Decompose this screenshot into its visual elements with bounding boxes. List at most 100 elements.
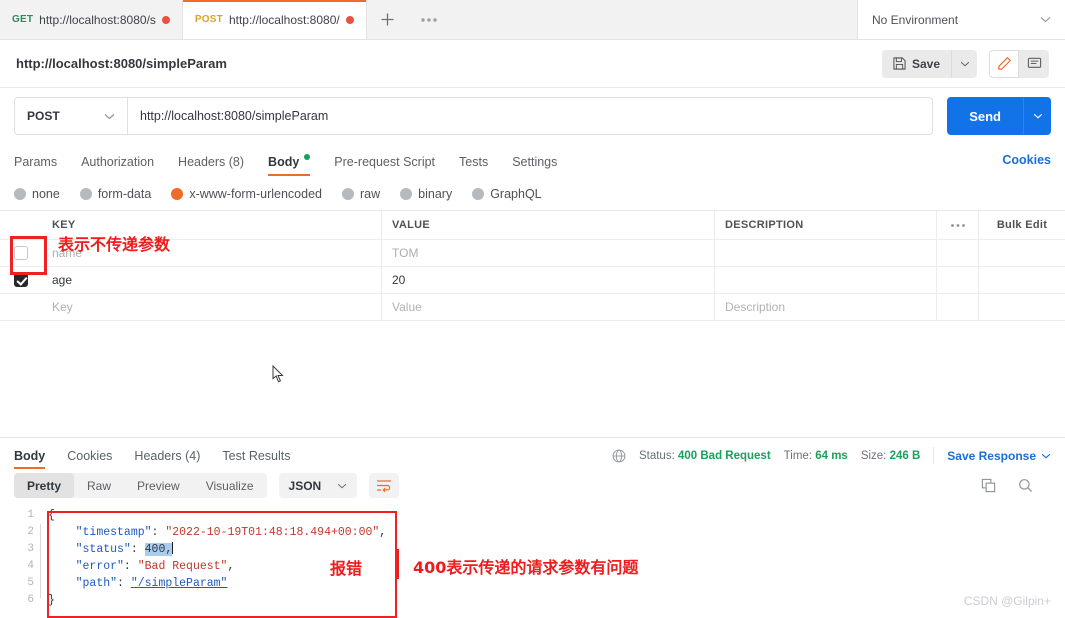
code-val-path[interactable]: "/simpleParam" xyxy=(131,577,228,590)
response-tab-headers[interactable]: Headers (4) xyxy=(134,449,200,469)
time-label: Time: xyxy=(784,450,812,462)
new-row-key-input[interactable]: Key xyxy=(42,294,382,320)
postman-window: GET http://localhost:8080/s POST http://… xyxy=(0,0,1065,618)
line-number: 2 xyxy=(0,524,34,541)
floppy-icon xyxy=(893,57,906,70)
body-type-radio-group: none form-data x-www-form-urlencoded raw… xyxy=(0,178,1065,210)
new-row-value-input[interactable]: Value xyxy=(382,294,715,320)
save-button-group: Save xyxy=(882,50,977,78)
view-toggle-group xyxy=(989,50,1049,78)
bulk-edit-button[interactable]: Bulk Edit xyxy=(979,211,1065,239)
name-bar-actions: Save xyxy=(882,50,1049,78)
row-description-input[interactable] xyxy=(715,240,937,266)
code-key-error: "error" xyxy=(76,560,124,573)
tab-body[interactable]: Body xyxy=(268,146,310,176)
send-button[interactable]: Send xyxy=(947,97,1023,135)
header-checkbox-cell xyxy=(0,211,42,239)
request-section-tabs: Params Authorization Headers (8) Body Pr… xyxy=(0,144,1065,176)
tab-params[interactable]: Params xyxy=(14,146,57,176)
format-tab-visualize[interactable]: Visualize xyxy=(193,473,267,498)
unsaved-dot-icon xyxy=(346,16,354,24)
edit-pencil-icon[interactable] xyxy=(989,50,1019,78)
send-options-button[interactable] xyxy=(1023,97,1051,135)
response-tab-test-results[interactable]: Test Results xyxy=(222,449,290,469)
radio-label: form-data xyxy=(98,187,152,201)
http-method-selector[interactable]: POST xyxy=(14,97,127,135)
tab-tests[interactable]: Tests xyxy=(459,146,488,176)
radio-icon xyxy=(80,188,92,200)
tab-pre-request-script[interactable]: Pre-request Script xyxy=(334,146,435,176)
line-number: 5 xyxy=(0,575,34,592)
language-label: JSON xyxy=(289,479,322,493)
word-wrap-icon[interactable] xyxy=(369,473,399,498)
chevron-down-icon xyxy=(104,113,115,120)
body-type-binary[interactable]: binary xyxy=(400,187,452,201)
cookies-link[interactable]: Cookies xyxy=(1002,153,1051,167)
format-tab-pretty[interactable]: Pretty xyxy=(14,473,74,498)
time-value: 64 ms xyxy=(815,450,848,462)
tab-label: Tests xyxy=(459,155,488,169)
tab-headers[interactable]: Headers (8) xyxy=(178,146,244,176)
radio-icon xyxy=(342,188,354,200)
row-checkbox-age[interactable] xyxy=(14,273,28,287)
row-value-input[interactable]: 20 xyxy=(382,267,715,293)
new-row-description-input[interactable]: Description xyxy=(715,294,937,320)
save-response-button[interactable]: Save Response xyxy=(933,447,1051,464)
annotation-divider xyxy=(397,549,399,579)
tab-label: Params xyxy=(14,155,57,169)
unsaved-dot-icon xyxy=(162,16,170,24)
row-description-input[interactable] xyxy=(715,267,937,293)
tab-authorization[interactable]: Authorization xyxy=(81,146,154,176)
tab-label: Authorization xyxy=(81,155,154,169)
comment-icon[interactable] xyxy=(1019,50,1049,78)
save-options-button[interactable] xyxy=(951,50,977,78)
radio-icon xyxy=(400,188,412,200)
code-fold-guide xyxy=(40,524,41,598)
environment-label: No Environment xyxy=(872,13,958,27)
request-tab-get[interactable]: GET http://localhost:8080/s xyxy=(0,0,183,39)
radio-label: raw xyxy=(360,187,380,201)
body-type-form-data[interactable]: form-data xyxy=(80,187,152,201)
format-tab-raw[interactable]: Raw xyxy=(74,473,124,498)
copy-icon[interactable] xyxy=(981,478,996,493)
table-options-icon[interactable] xyxy=(937,211,979,239)
row-checkbox-cell xyxy=(0,267,42,293)
status-value: 400 Bad Request xyxy=(678,450,771,462)
request-tab-strip: GET http://localhost:8080/s POST http://… xyxy=(0,0,1065,40)
row-value-input[interactable]: TOM xyxy=(382,240,715,266)
search-icon[interactable] xyxy=(1018,478,1033,493)
chevron-down-icon xyxy=(1041,453,1051,459)
body-type-graphql[interactable]: GraphQL xyxy=(472,187,541,201)
line-number: 6 xyxy=(0,592,34,609)
url-input[interactable]: http://localhost:8080/simpleParam xyxy=(127,97,933,135)
environment-selector[interactable]: No Environment xyxy=(857,0,1065,39)
tab-title: http://localhost:8080/s xyxy=(39,13,156,27)
save-button[interactable]: Save xyxy=(882,50,951,78)
tab-options-icon[interactable] xyxy=(409,0,449,39)
code-val-error: "Bad Request" xyxy=(138,560,228,573)
body-type-raw[interactable]: raw xyxy=(342,187,380,201)
response-tab-body[interactable]: Body xyxy=(14,449,45,469)
annotation-status-note: 400表示传递的请求参数有问题 xyxy=(413,554,638,578)
annotation-error-note: 报错 xyxy=(330,555,362,579)
language-selector[interactable]: JSON xyxy=(279,473,358,498)
line-number: 1 xyxy=(0,507,34,524)
response-tab-cookies[interactable]: Cookies xyxy=(67,449,112,469)
save-response-label: Save Response xyxy=(947,449,1036,463)
new-tab-button[interactable] xyxy=(367,0,409,39)
row-checkbox-name[interactable] xyxy=(14,246,28,260)
radio-label: GraphQL xyxy=(490,187,541,201)
mouse-cursor-icon xyxy=(272,365,284,383)
radio-icon xyxy=(14,188,26,200)
body-type-none[interactable]: none xyxy=(14,187,60,201)
request-tab-post[interactable]: POST http://localhost:8080/ xyxy=(183,0,367,39)
annotation-checkbox-note: 表示不传递参数 xyxy=(58,231,170,255)
body-type-x-www-form-urlencoded[interactable]: x-www-form-urlencoded xyxy=(171,187,322,201)
radio-label: binary xyxy=(418,187,452,201)
url-bar: POST http://localhost:8080/simpleParam S… xyxy=(0,88,1065,144)
body-params-table: KEY VALUE DESCRIPTION Bulk Edit name TOM… xyxy=(0,210,1065,321)
code-key-timestamp: "timestamp" xyxy=(76,526,152,539)
tab-settings[interactable]: Settings xyxy=(512,146,557,176)
row-key-input[interactable]: age xyxy=(42,267,382,293)
format-tab-preview[interactable]: Preview xyxy=(124,473,193,498)
